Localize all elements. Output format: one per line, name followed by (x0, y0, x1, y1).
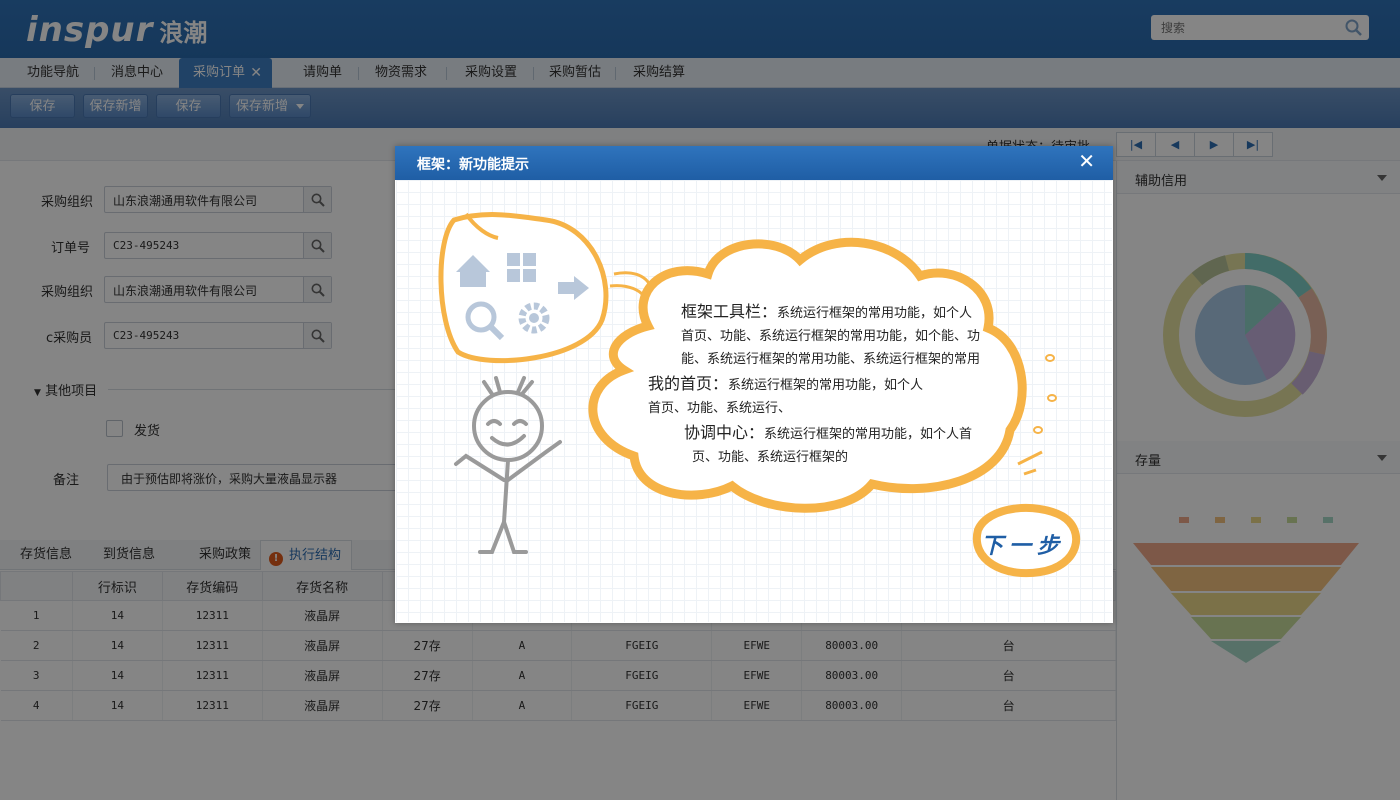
feature-block-home: 我的首页：系统运行框架的常用功能，如个人 首页、功能、系统运行、 (648, 372, 988, 420)
feature-line: 首页、功能、系统运行框架的常用功能，如个能、功 (681, 329, 981, 344)
feature-line: 首页、功能、系统运行、 (648, 401, 792, 416)
next-step-button[interactable]: 下一步 (968, 514, 1078, 574)
feature-heading: 我的首页： (648, 374, 729, 393)
dialog-header: 框架：新功能提示 ✕ (395, 146, 1113, 180)
new-feature-dialog: 框架：新功能提示 ✕ 框架工具栏：系统运行框架的常用功能，如个人 首页、功能、系… (395, 146, 1113, 623)
next-step-label: 下一步 (980, 534, 1065, 559)
feature-line: 页、功能、系统运行框架的 (692, 450, 849, 465)
feature-line: 系统运行框架的常用功能，如个人 (728, 378, 924, 393)
dialog-title: 框架：新功能提示 (417, 157, 529, 173)
feature-line: 能、系统运行框架的常用功能、系统运行框架的常用 (681, 352, 981, 367)
feature-block-coordination: 协调中心：系统运行框架的常用功能，如个人首 页、功能、系统运行框架的 (684, 421, 1024, 469)
feature-line: 系统运行框架的常用功能，如个人首 (764, 427, 973, 442)
feature-block-toolbar: 框架工具栏：系统运行框架的常用功能，如个人 首页、功能、系统运行框架的常用功能，… (681, 300, 1021, 371)
feature-heading: 协调中心： (684, 423, 765, 442)
dialog-body: 框架工具栏：系统运行框架的常用功能，如个人 首页、功能、系统运行框架的常用功能，… (396, 180, 1112, 622)
feature-heading: 框架工具栏： (681, 302, 778, 321)
stick-figure (454, 376, 562, 554)
close-icon[interactable]: ✕ (1078, 151, 1095, 171)
feature-line: 系统运行框架的常用功能，如个人 (777, 306, 973, 321)
